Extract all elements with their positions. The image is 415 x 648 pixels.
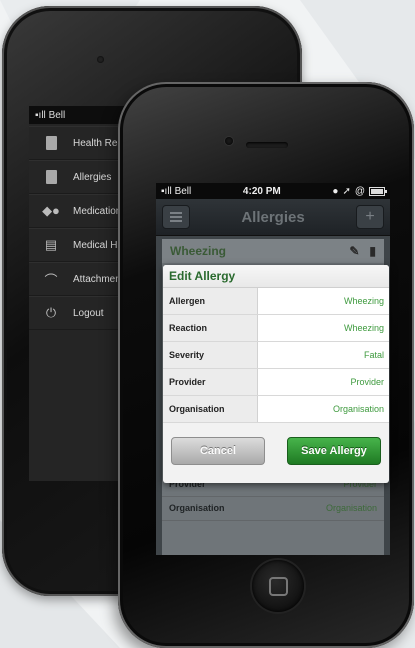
menu-button[interactable] <box>162 205 190 229</box>
document-icon <box>39 135 63 151</box>
signal-icon: ▪ıll <box>161 185 172 197</box>
alarm-icon: @ <box>354 185 365 197</box>
power-icon: ⏻ <box>45 305 57 320</box>
add-allergy-button[interactable]: + <box>356 205 384 229</box>
edit-allergy-dialog: Edit Allergy Allergen Wheezing Reaction Whe… <box>163 265 389 483</box>
home-square-icon <box>268 576 288 596</box>
dialog-title: Edit Allergy <box>163 265 389 288</box>
field-allergen[interactable]: Allergen Wheezing <box>163 288 389 315</box>
field-organisation[interactable]: Organisation Organisation <box>163 396 389 423</box>
home-button[interactable] <box>252 560 304 612</box>
dialog-actions: Cancel Save Allergy <box>163 423 389 479</box>
edit-icon[interactable]: ✎ <box>349 244 359 258</box>
row-value: Organisation <box>325 503 377 513</box>
field-value[interactable]: Organisation <box>258 396 389 422</box>
paperclip-icon: ⌒ <box>44 272 58 288</box>
row-label: Organisation <box>169 503 225 513</box>
field-provider[interactable]: Provider Provider <box>163 369 389 396</box>
document-icon <box>39 169 63 185</box>
signal-icon: ▪ıll <box>35 109 46 121</box>
field-value[interactable]: Wheezing <box>258 315 389 341</box>
field-value[interactable]: Provider <box>258 369 389 395</box>
allergy-card-title: Wheezing <box>170 244 226 258</box>
lock-icon: ● <box>332 185 339 197</box>
field-reaction[interactable]: Reaction Wheezing <box>163 315 389 342</box>
carrier-label: Bell <box>48 109 66 121</box>
field-value[interactable]: Fatal <box>258 342 389 368</box>
field-label: Provider <box>163 369 258 395</box>
medication-icon: ◆● <box>42 203 60 218</box>
camera-icon <box>225 137 233 145</box>
carrier-label: Bell <box>174 185 192 197</box>
page-title: Allergies <box>241 208 305 226</box>
location-icon: ➚ <box>342 185 351 197</box>
hamburger-icon <box>170 216 182 218</box>
plus-icon: + <box>365 208 375 225</box>
background-row-organisation: Organisation Organisation <box>162 496 384 521</box>
field-label: Organisation <box>163 396 258 422</box>
cancel-button[interactable]: Cancel <box>171 437 265 465</box>
delete-icon[interactable]: ▮ <box>369 244 376 258</box>
time-label: 4:20 PM <box>242 185 281 197</box>
sidebar-item-label: Allergies <box>73 171 112 183</box>
field-value[interactable]: Wheezing <box>258 288 389 314</box>
status-bar: ▪ıll Bell 4:20 PM ● ➚ @ <box>156 183 390 199</box>
allergy-card-header[interactable]: Wheezing ✎ ▮ <box>162 239 384 263</box>
sidebar-item-label: Logout <box>73 307 104 319</box>
speaker-grille <box>246 142 288 148</box>
history-icon: ▤ <box>44 237 58 252</box>
navigation-bar: Allergies + <box>156 199 390 236</box>
field-label: Severity <box>163 342 258 368</box>
save-allergy-button[interactable]: Save Allergy <box>287 437 381 465</box>
field-severity[interactable]: Severity Fatal <box>163 342 389 369</box>
camera-dot <box>97 56 104 63</box>
field-label: Allergen <box>163 288 258 314</box>
dialog-fields: Allergen Wheezing Reaction Wheezing Severity… <box>163 288 389 423</box>
field-label: Reaction <box>163 315 258 341</box>
battery-icon <box>368 186 387 196</box>
